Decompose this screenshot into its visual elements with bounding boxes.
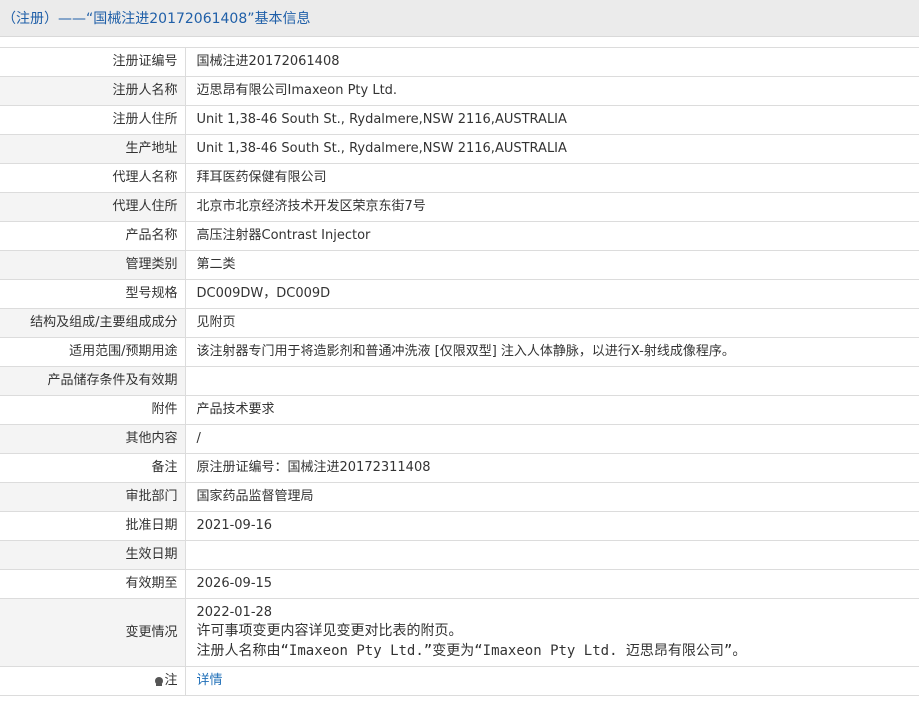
row-value: 迈思昂有限公司Imaxeon Pty Ltd. xyxy=(185,76,919,106)
row-label: 批准日期 xyxy=(0,511,186,541)
table-row: 结构及组成/主要组成成分 见附页 xyxy=(0,308,919,338)
table-row: 注册人住所 Unit 1,38-46 South St., Rydalmere,N… xyxy=(0,105,919,135)
row-value: 国械注进20172061408 xyxy=(185,47,919,77)
row-label: 有效期至 xyxy=(0,569,186,599)
row-label: 结构及组成/主要组成成分 xyxy=(0,308,186,338)
table-row: 注册证编号 国械注进20172061408 xyxy=(0,47,919,77)
table-row: 适用范围/预期用途 该注射器专门用于将造影剂和普通冲洗液 [仅限双型] 注入人体静… xyxy=(0,337,919,367)
table-row: 代理人名称 拜耳医药保健有限公司 xyxy=(0,163,919,193)
page-title: （注册）——“国械注进20172061408”基本信息 xyxy=(0,0,919,37)
row-value: 2021-09-16 xyxy=(185,511,919,541)
table-row: 型号规格 DC009DW，DC009D xyxy=(0,279,919,309)
row-label: 注册人名称 xyxy=(0,76,186,106)
details-link[interactable]: 详情 xyxy=(197,673,223,688)
row-label: 管理类别 xyxy=(0,250,186,280)
change-line-2: 注册人名称由“Imaxeon Pty Ltd.”变更为“Imaxeon Pty … xyxy=(196,642,747,659)
row-value: 北京市北京经济技术开发区荣京东街7号 xyxy=(185,192,919,222)
pin-icon xyxy=(155,677,164,686)
change-label: 变更情况 xyxy=(0,598,186,667)
table-row: 注册人名称 迈思昂有限公司Imaxeon Pty Ltd. xyxy=(0,76,919,106)
row-value xyxy=(185,540,919,570)
change-row: 变更情况 2022-01-28 许可事项变更内容详见变更对比表的附页。 注册人名… xyxy=(0,598,919,667)
table-row: 其他内容 / xyxy=(0,424,919,454)
row-label: 其他内容 xyxy=(0,424,186,454)
change-value: 2022-01-28 许可事项变更内容详见变更对比表的附页。 注册人名称由“Im… xyxy=(185,598,919,667)
row-label: 型号规格 xyxy=(0,279,186,309)
row-value xyxy=(185,366,919,396)
change-line-1: 许可事项变更内容详见变更对比表的附页。 xyxy=(196,622,463,639)
table-row: 审批部门 国家药品监督管理局 xyxy=(0,482,919,512)
row-label: 生产地址 xyxy=(0,134,186,164)
row-label: 注册证编号 xyxy=(0,47,186,77)
row-value: 产品技术要求 xyxy=(185,395,919,425)
row-value: 见附页 xyxy=(185,308,919,338)
row-value: 该注射器专门用于将造影剂和普通冲洗液 [仅限双型] 注入人体静脉，以进行X-射线… xyxy=(185,337,919,367)
row-label: 注册人住所 xyxy=(0,105,186,135)
info-table: 注册证编号 国械注进20172061408 注册人名称 迈思昂有限公司Imaxeon… xyxy=(0,47,919,696)
table-row: 产品储存条件及有效期 xyxy=(0,366,919,396)
note-label: 注 xyxy=(164,673,178,688)
row-label: 代理人住所 xyxy=(0,192,186,222)
page-title-text: （注册）——“国械注进20172061408”基本信息 xyxy=(2,11,311,27)
row-value: 国家药品监督管理局 xyxy=(185,482,919,512)
row-label: 产品储存条件及有效期 xyxy=(0,366,186,396)
note-label-cell: 注 xyxy=(0,666,186,696)
table-row: 管理类别 第二类 xyxy=(0,250,919,280)
row-value: 原注册证编号：国械注进20172311408 xyxy=(185,453,919,483)
row-label: 附件 xyxy=(0,395,186,425)
row-value: Unit 1,38-46 South St., Rydalmere,NSW 21… xyxy=(185,134,919,164)
row-value: 2026-09-15 xyxy=(185,569,919,599)
table-row: 代理人住所 北京市北京经济技术开发区荣京东街7号 xyxy=(0,192,919,222)
row-label: 代理人名称 xyxy=(0,163,186,193)
row-value: 拜耳医药保健有限公司 xyxy=(185,163,919,193)
row-value: / xyxy=(185,424,919,454)
row-label: 产品名称 xyxy=(0,221,186,251)
row-value: Unit 1,38-46 South St., Rydalmere,NSW 21… xyxy=(185,105,919,135)
note-row: 注 详情 xyxy=(0,666,919,696)
row-value: 第二类 xyxy=(185,250,919,280)
table-row: 生效日期 xyxy=(0,540,919,570)
row-label: 审批部门 xyxy=(0,482,186,512)
table-row: 附件 产品技术要求 xyxy=(0,395,919,425)
row-label: 生效日期 xyxy=(0,540,186,570)
row-value: 高压注射器Contrast Injector xyxy=(185,221,919,251)
note-value: 详情 xyxy=(185,666,919,696)
table-row: 产品名称 高压注射器Contrast Injector xyxy=(0,221,919,251)
page: （注册）——“国械注进20172061408”基本信息 注册证编号 国械注进201… xyxy=(0,0,919,701)
table-row: 有效期至 2026-09-15 xyxy=(0,569,919,599)
table-row: 批准日期 2021-09-16 xyxy=(0,511,919,541)
row-label: 适用范围/预期用途 xyxy=(0,337,186,367)
table-row: 备注 原注册证编号：国械注进20172311408 xyxy=(0,453,919,483)
row-label: 备注 xyxy=(0,453,186,483)
change-date: 2022-01-28 xyxy=(196,604,273,620)
row-value: DC009DW，DC009D xyxy=(185,279,919,309)
table-row: 生产地址 Unit 1,38-46 South St., Rydalmere,NS… xyxy=(0,134,919,164)
